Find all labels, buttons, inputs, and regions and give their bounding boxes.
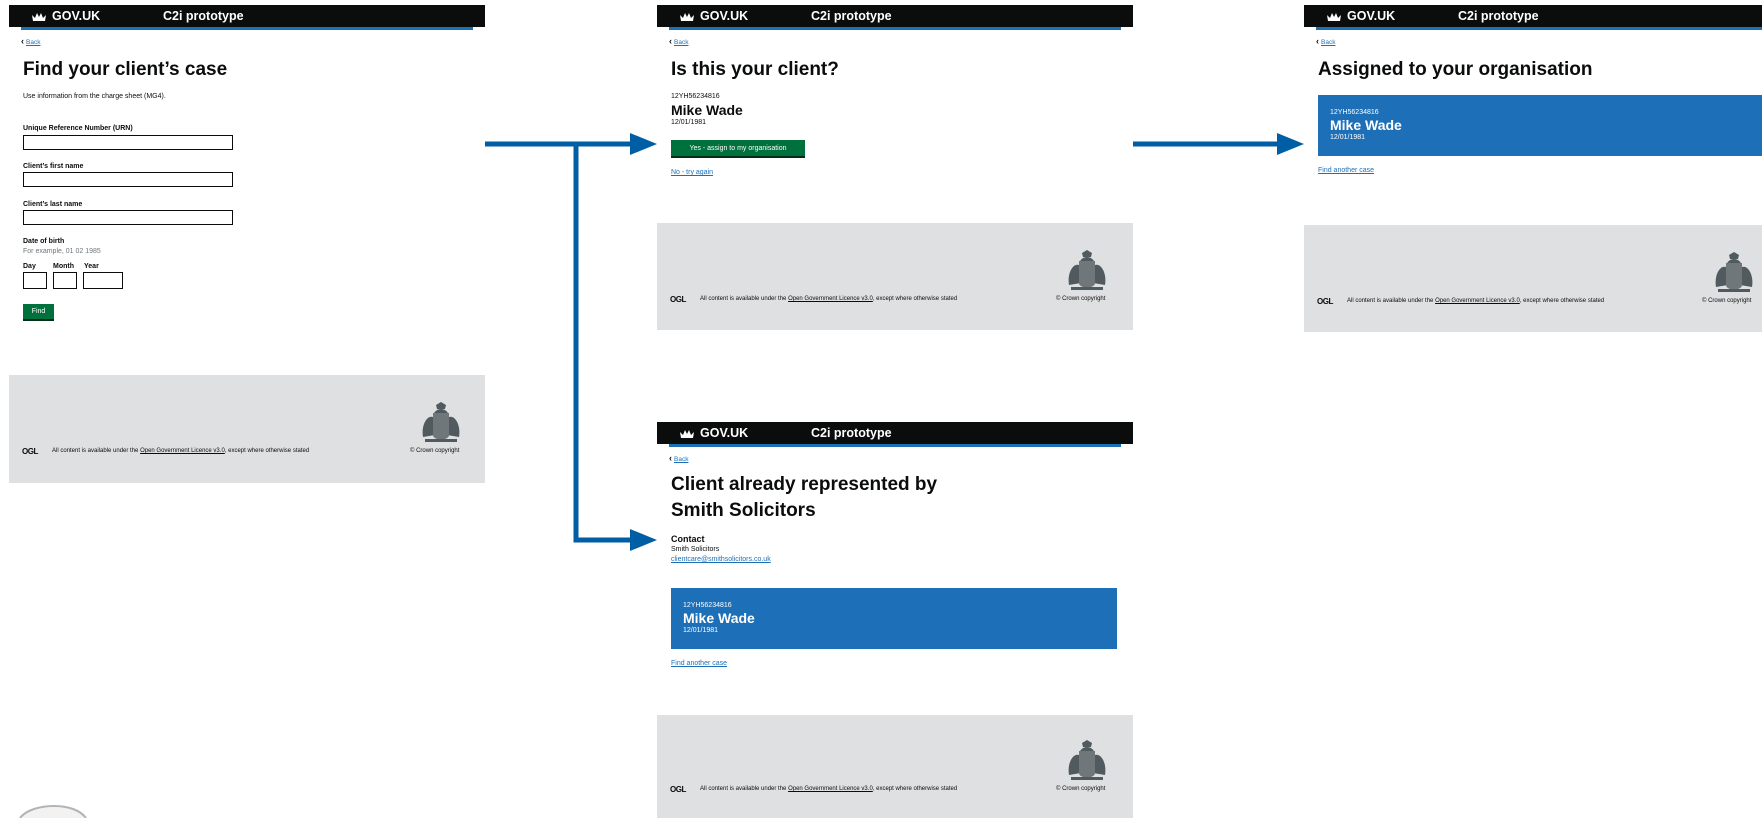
arrowhead-to-confirm <box>630 133 657 155</box>
flow-connectors <box>19 133 1304 818</box>
arrowhead-to-represented <box>630 529 657 551</box>
connector-branch-down <box>573 144 632 543</box>
seal-fragment-icon <box>19 804 87 818</box>
arrowhead-to-assigned <box>1277 133 1304 155</box>
